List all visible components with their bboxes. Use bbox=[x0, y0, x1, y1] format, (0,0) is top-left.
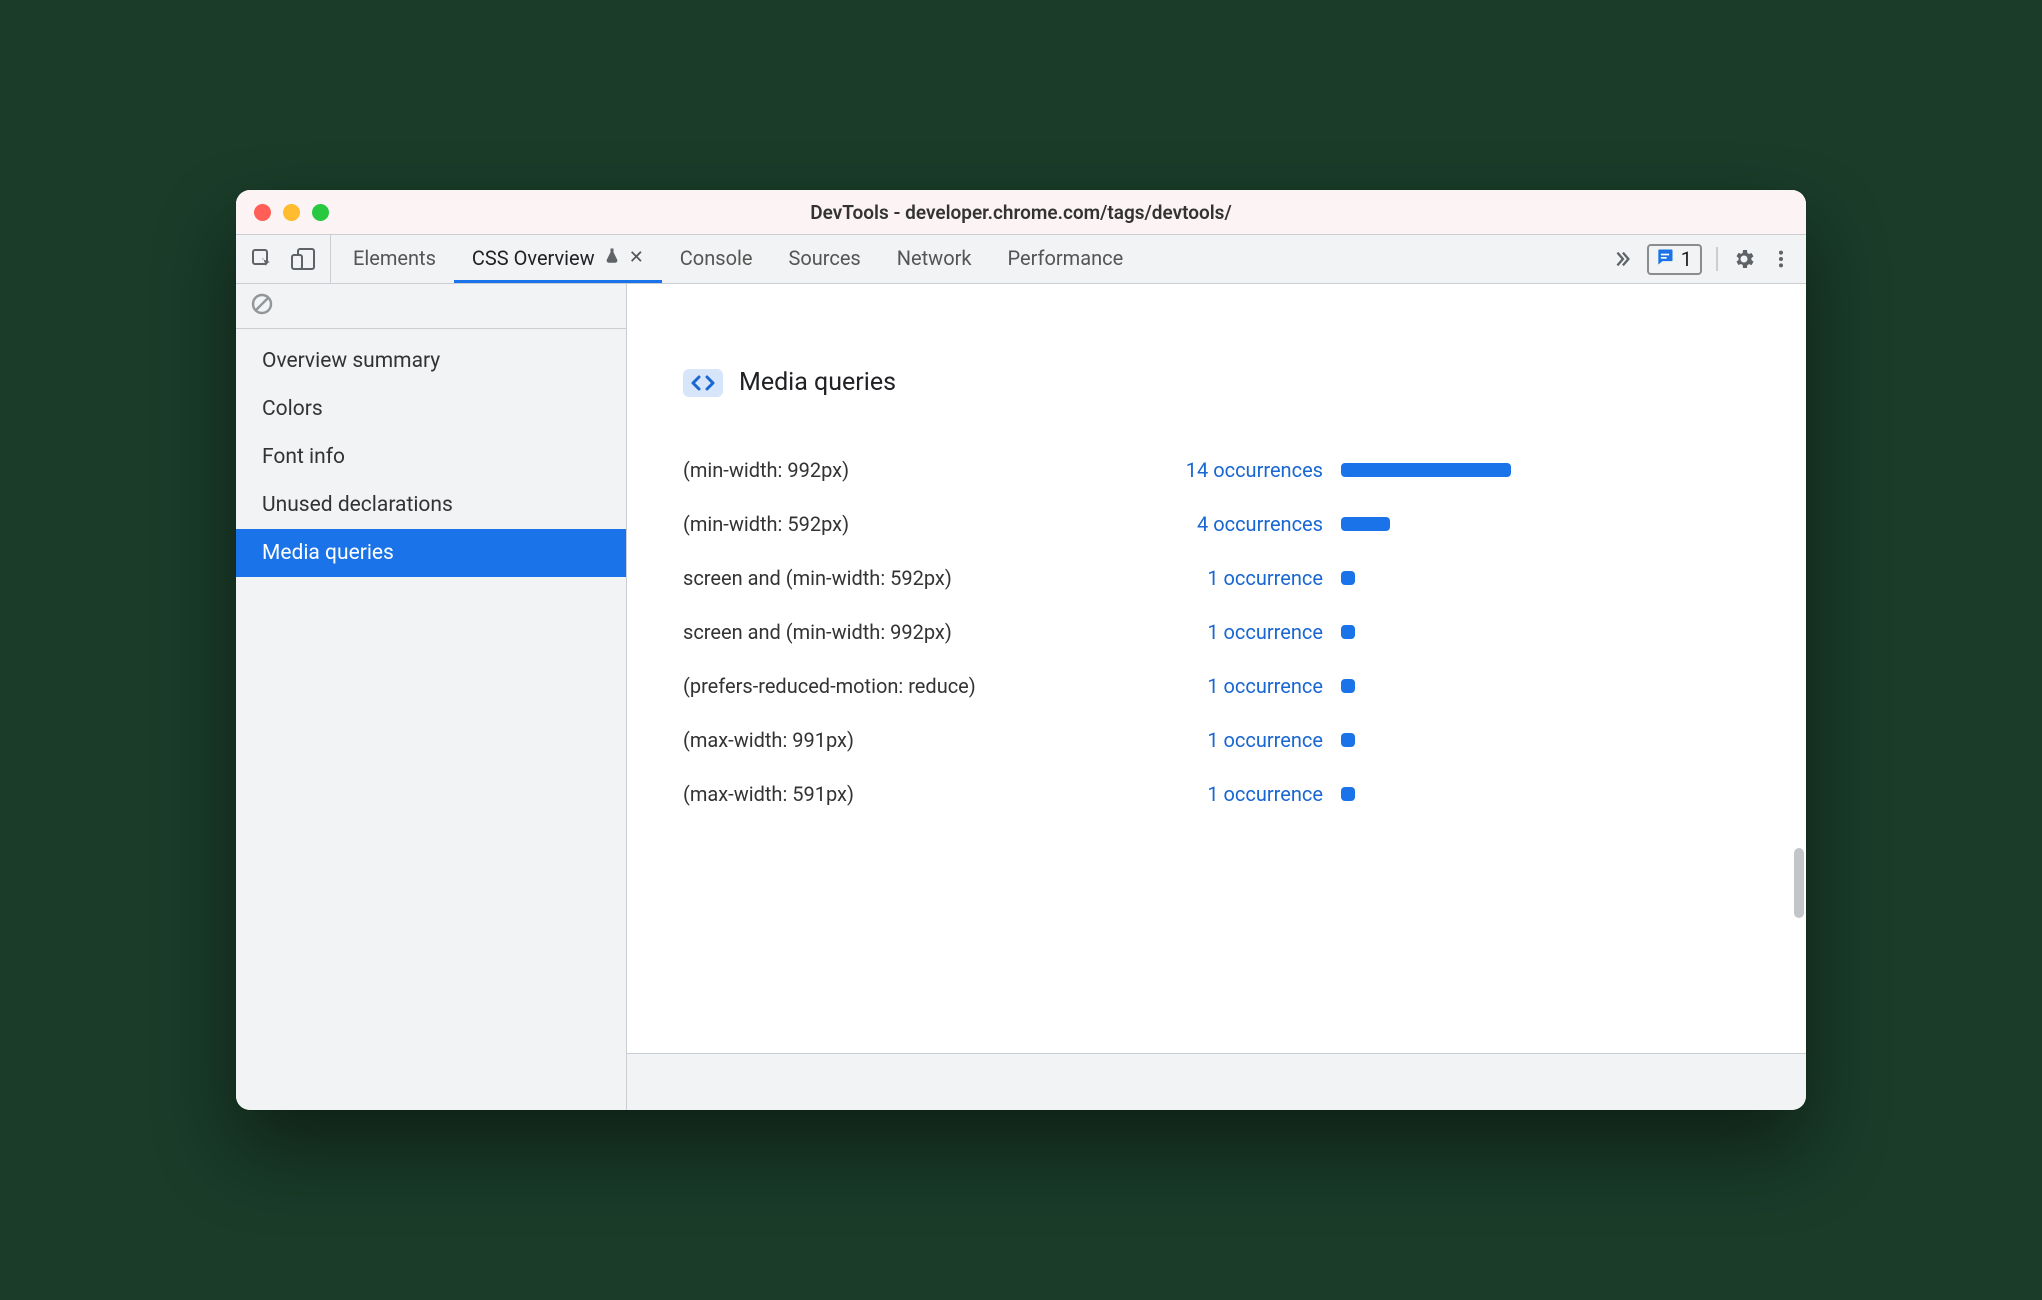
kebab-menu-icon[interactable] bbox=[1770, 248, 1792, 270]
inspect-element-icon[interactable] bbox=[250, 247, 274, 271]
occurrence-link[interactable]: 1 occurrence bbox=[1133, 728, 1323, 752]
tab-performance[interactable]: Performance bbox=[990, 235, 1142, 283]
media-queries-icon bbox=[683, 369, 723, 397]
section-heading: Media queries bbox=[683, 368, 1750, 397]
separator bbox=[1716, 247, 1718, 271]
main-body: Media queries (min-width: 992px)14 occur… bbox=[627, 284, 1806, 1053]
occurrence-bar-wrap bbox=[1323, 517, 1750, 531]
sidebar-item-label: Overview summary bbox=[262, 349, 440, 373]
settings-gear-icon[interactable] bbox=[1732, 247, 1756, 271]
speech-bubble-icon bbox=[1655, 247, 1675, 272]
occurrence-bar-wrap bbox=[1323, 679, 1750, 693]
sidebar-list: Overview summary Colors Font info Unused de… bbox=[236, 329, 626, 577]
occurrence-bar-wrap bbox=[1323, 625, 1750, 639]
occurrence-bar-wrap bbox=[1323, 733, 1750, 747]
tab-label: CSS Overview bbox=[472, 246, 595, 270]
tab-label: Elements bbox=[353, 246, 436, 270]
occurrence-bar bbox=[1341, 625, 1355, 639]
more-tabs-icon[interactable] bbox=[1611, 248, 1633, 270]
tab-label: Console bbox=[680, 246, 753, 270]
sidebar-item-label: Unused declarations bbox=[262, 493, 453, 517]
media-query-text: (min-width: 992px) bbox=[683, 458, 1133, 482]
occurrence-link[interactable]: 4 occurrences bbox=[1133, 512, 1323, 536]
issues-button[interactable]: 1 bbox=[1647, 244, 1702, 275]
occurrence-link[interactable]: 1 occurrence bbox=[1133, 566, 1323, 590]
toolbar-left-group bbox=[236, 235, 331, 283]
sidebar-item-colors[interactable]: Colors bbox=[236, 385, 626, 433]
media-query-row: screen and (min-width: 592px)1 occurrenc… bbox=[683, 551, 1750, 605]
media-query-text: screen and (min-width: 592px) bbox=[683, 566, 1133, 590]
sidebar-item-unused-declarations[interactable]: Unused declarations bbox=[236, 481, 626, 529]
clear-overview-icon[interactable] bbox=[250, 292, 274, 321]
tab-network[interactable]: Network bbox=[879, 235, 990, 283]
occurrence-link[interactable]: 1 occurrence bbox=[1133, 674, 1323, 698]
tab-elements[interactable]: Elements bbox=[335, 235, 454, 283]
media-query-text: (prefers-reduced-motion: reduce) bbox=[683, 674, 1133, 698]
devtools-toolbar: Elements CSS Overview ✕ Console Sources Netwo… bbox=[236, 235, 1806, 284]
sidebar: Overview summary Colors Font info Unused de… bbox=[236, 284, 627, 1110]
tab-sources[interactable]: Sources bbox=[770, 235, 878, 283]
sidebar-item-media-queries[interactable]: Media queries bbox=[236, 529, 626, 577]
media-query-text: (min-width: 592px) bbox=[683, 512, 1133, 536]
sidebar-toolbar bbox=[236, 284, 626, 329]
main-panel: Media queries (min-width: 992px)14 occur… bbox=[627, 284, 1806, 1110]
scrollbar-thumb[interactable] bbox=[1794, 848, 1804, 918]
media-query-row: (max-width: 991px)1 occurrence bbox=[683, 713, 1750, 767]
tab-console[interactable]: Console bbox=[662, 235, 771, 283]
sidebar-item-font-info[interactable]: Font info bbox=[236, 433, 626, 481]
content-area: Overview summary Colors Font info Unused de… bbox=[236, 284, 1806, 1110]
panel-tabs: Elements CSS Overview ✕ Console Sources Netwo… bbox=[331, 235, 1597, 283]
titlebar: DevTools - developer.chrome.com/tags/dev… bbox=[236, 190, 1806, 235]
issues-count: 1 bbox=[1681, 247, 1692, 271]
media-query-row: screen and (min-width: 992px)1 occurrenc… bbox=[683, 605, 1750, 659]
occurrence-link[interactable]: 1 occurrence bbox=[1133, 782, 1323, 806]
experiment-flask-icon bbox=[603, 246, 621, 270]
media-query-text: (max-width: 991px) bbox=[683, 728, 1133, 752]
media-query-row: (min-width: 992px)14 occurrences bbox=[683, 443, 1750, 497]
media-query-row: (max-width: 591px)1 occurrence bbox=[683, 767, 1750, 821]
devtools-window: DevTools - developer.chrome.com/tags/dev… bbox=[236, 190, 1806, 1110]
occurrence-bar bbox=[1341, 571, 1355, 585]
occurrence-bar bbox=[1341, 787, 1355, 801]
occurrence-bar bbox=[1341, 733, 1355, 747]
occurrence-link[interactable]: 1 occurrence bbox=[1133, 620, 1323, 644]
tab-css-overview[interactable]: CSS Overview ✕ bbox=[454, 235, 662, 283]
media-query-text: screen and (min-width: 992px) bbox=[683, 620, 1133, 644]
sidebar-item-label: Media queries bbox=[262, 541, 394, 565]
occurrence-bar bbox=[1341, 679, 1355, 693]
media-query-list: (min-width: 992px)14 occurrences(min-wid… bbox=[683, 443, 1750, 821]
tab-label: Performance bbox=[1008, 246, 1124, 270]
device-toolbar-icon[interactable] bbox=[290, 247, 316, 271]
section-title: Media queries bbox=[739, 368, 896, 397]
media-query-text: (max-width: 591px) bbox=[683, 782, 1133, 806]
sidebar-item-label: Font info bbox=[262, 445, 345, 469]
occurrence-bar-wrap bbox=[1323, 787, 1750, 801]
tab-label: Network bbox=[897, 246, 972, 270]
occurrence-bar-wrap bbox=[1323, 571, 1750, 585]
occurrence-bar bbox=[1341, 463, 1511, 477]
media-query-row: (min-width: 592px)4 occurrences bbox=[683, 497, 1750, 551]
drawer[interactable] bbox=[627, 1053, 1806, 1110]
toolbar-right-group: 1 bbox=[1597, 235, 1806, 283]
sidebar-item-overview-summary[interactable]: Overview summary bbox=[236, 337, 626, 385]
media-query-row: (prefers-reduced-motion: reduce)1 occurr… bbox=[683, 659, 1750, 713]
occurrence-bar bbox=[1341, 517, 1390, 531]
tab-label: Sources bbox=[788, 246, 860, 270]
sidebar-item-label: Colors bbox=[262, 397, 323, 421]
occurrence-link[interactable]: 14 occurrences bbox=[1133, 458, 1323, 482]
close-tab-icon[interactable]: ✕ bbox=[629, 247, 644, 268]
occurrence-bar-wrap bbox=[1323, 463, 1750, 477]
window-title: DevTools - developer.chrome.com/tags/dev… bbox=[236, 201, 1806, 224]
